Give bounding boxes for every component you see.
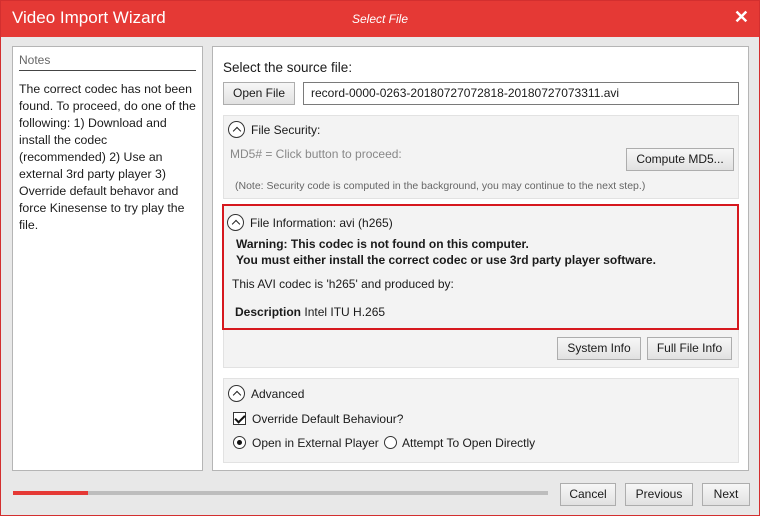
- codec-warning-line-1: Warning: This codec is not found on this…: [236, 237, 529, 251]
- title-bar: Video Import Wizard Select File ✕: [1, 1, 759, 37]
- step-title: Select File: [351, 12, 409, 26]
- collapse-file-info-icon[interactable]: [227, 214, 244, 231]
- security-note: (Note: Security code is computed in the …: [235, 180, 646, 192]
- override-behaviour-checkbox[interactable]: [233, 412, 246, 425]
- collapse-security-icon[interactable]: [228, 121, 245, 138]
- file-information-group: File Information: avi (h265) Warning: Th…: [222, 204, 739, 330]
- open-directly-radio[interactable]: [384, 436, 397, 449]
- advanced-group: Advanced Override Default Behaviour? Ope…: [223, 378, 739, 463]
- next-button[interactable]: Next: [702, 483, 750, 506]
- file-information-header: File Information: avi (h265): [250, 216, 393, 230]
- codec-info-text: This AVI codec is 'h265' and produced by…: [232, 277, 454, 291]
- notes-panel: Notes The correct codec has not been fou…: [12, 46, 203, 471]
- full-file-info-button[interactable]: Full File Info: [647, 337, 732, 360]
- description-label: Description: [235, 305, 302, 319]
- open-directly-label[interactable]: Attempt To Open Directly: [402, 436, 535, 450]
- external-player-label[interactable]: Open in External Player: [252, 436, 379, 450]
- external-player-radio[interactable]: [233, 436, 246, 449]
- file-path-input[interactable]: record-0000-0263-20180727072818-20180727…: [303, 82, 739, 105]
- collapse-advanced-icon[interactable]: [228, 385, 245, 402]
- notes-text: The correct codec has not been found. To…: [19, 82, 196, 232]
- cancel-button[interactable]: Cancel: [560, 483, 616, 506]
- compute-md5-button[interactable]: Compute MD5...: [626, 148, 734, 171]
- advanced-header: Advanced: [251, 387, 305, 401]
- close-icon[interactable]: ✕: [734, 7, 749, 27]
- system-info-button[interactable]: System Info: [557, 337, 641, 360]
- codec-description: Description Intel ITU H.265: [235, 305, 385, 319]
- md5-status-text: MD5# = Click button to proceed:: [230, 147, 402, 161]
- file-info-actions: System Info Full File Info: [223, 330, 739, 368]
- wizard-window: Video Import Wizard Select File ✕ Notes …: [0, 0, 760, 516]
- file-security-group: File Security: MD5# = Click button to pr…: [223, 115, 739, 199]
- file-security-header: File Security:: [251, 123, 321, 137]
- wizard-progress-fill: [13, 491, 88, 495]
- codec-warning-line-2: You must either install the correct code…: [236, 253, 656, 267]
- override-behaviour-label[interactable]: Override Default Behaviour?: [252, 412, 403, 426]
- wizard-progress-bar: [13, 491, 548, 495]
- notes-title: Notes: [19, 53, 196, 71]
- select-source-label: Select the source file:: [223, 60, 353, 75]
- previous-button[interactable]: Previous: [625, 483, 693, 506]
- main-panel: Select the source file: Open File record…: [212, 46, 749, 471]
- open-file-button[interactable]: Open File: [223, 82, 295, 105]
- description-value: Intel ITU H.265: [304, 305, 386, 319]
